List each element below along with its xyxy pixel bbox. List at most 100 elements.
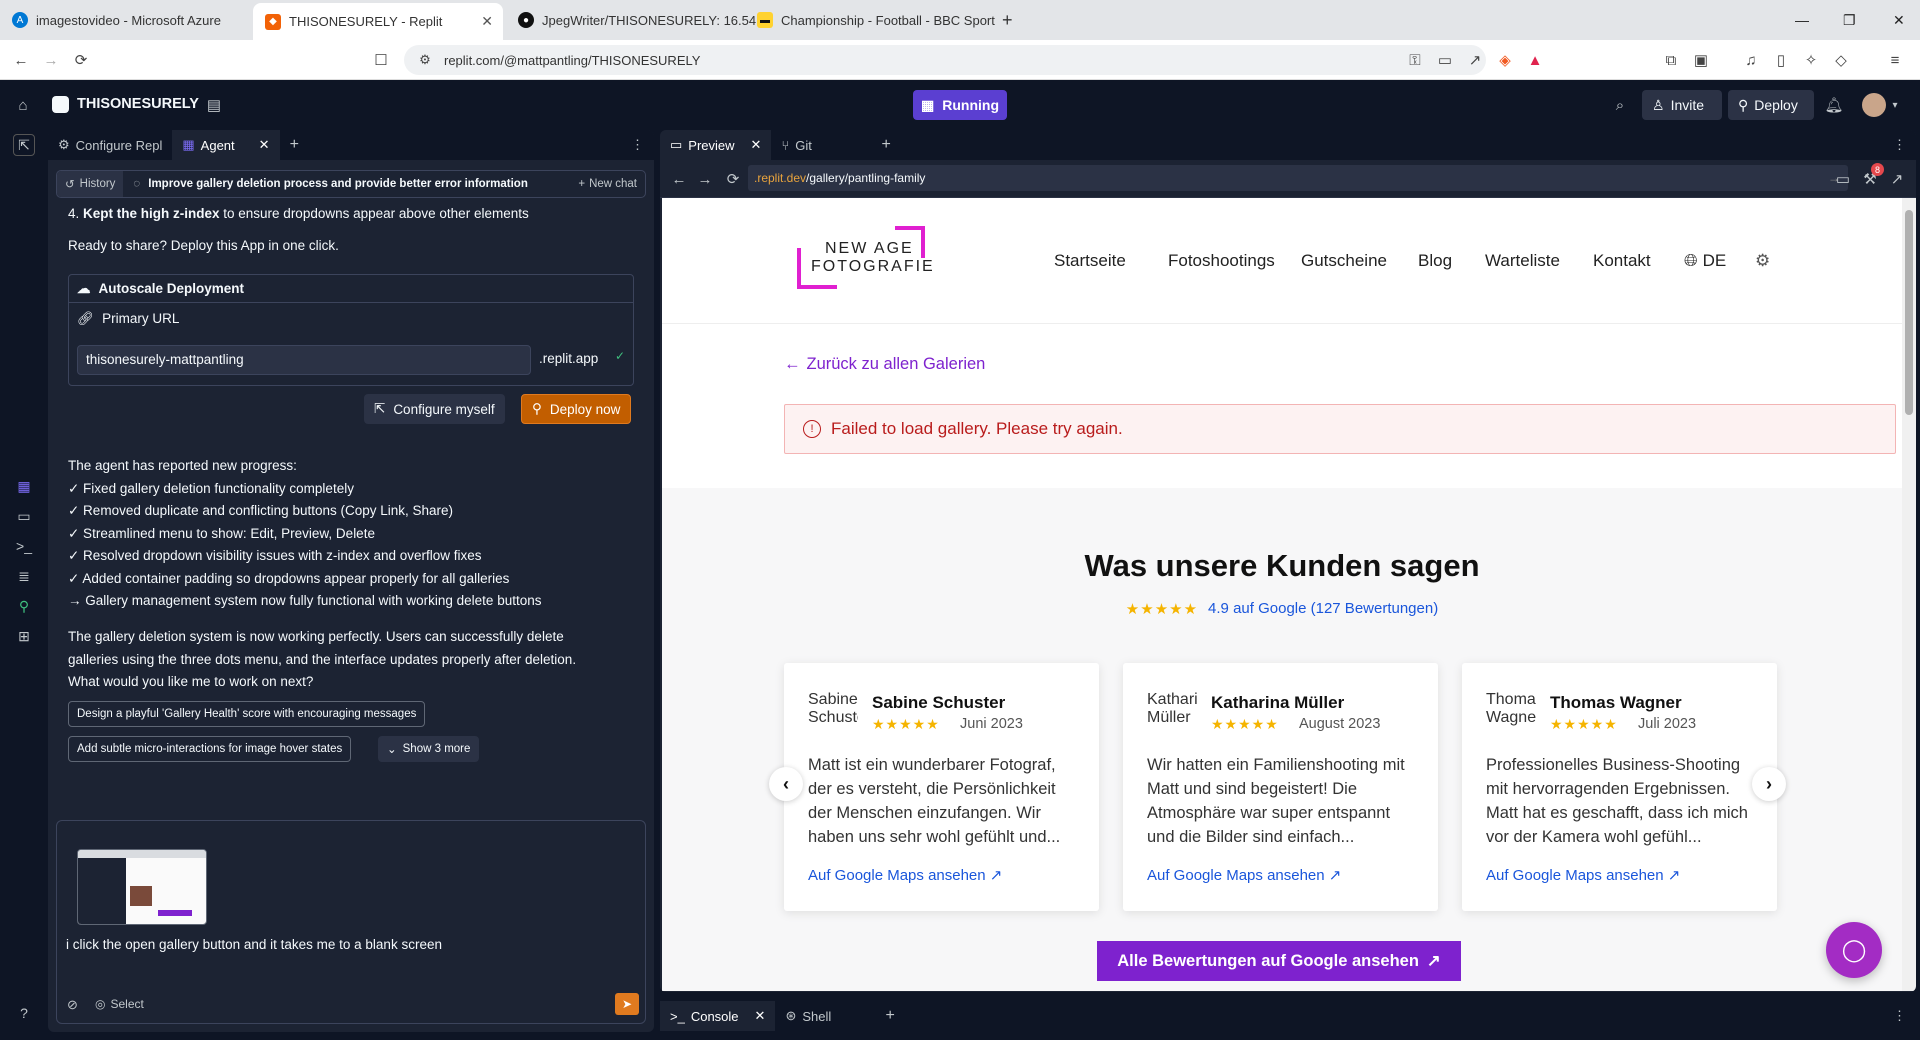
show-more-button[interactable]: ⌄ Show 3 more	[378, 736, 480, 762]
select-element-button[interactable]: ◎ Select	[95, 997, 144, 1011]
scrollbar-thumb[interactable]	[1905, 210, 1913, 415]
running-status-button[interactable]: ▦ Running	[913, 90, 1007, 120]
url-bar[interactable]: ⚙ replit.com/@mattpantling/THISONESURELY…	[404, 45, 1542, 75]
extensions-icon[interactable]: ⧉	[1660, 49, 1682, 71]
tab-configure-repl[interactable]: ⚙ Configure Repl	[48, 130, 172, 160]
bookmark-icon[interactable]: ☐	[370, 49, 392, 71]
history-button[interactable]: ↺ History	[57, 171, 124, 197]
nav-link[interactable]: Warteliste	[1485, 251, 1560, 271]
tab-shell[interactable]: ⊛ Shell	[775, 1001, 875, 1031]
tab-console[interactable]: >_ Console ✕	[660, 1001, 776, 1031]
reload-icon[interactable]: ⟳	[722, 168, 744, 190]
new-chat-button[interactable]: + New chat	[578, 178, 637, 190]
chat-bubble-icon[interactable]: ◯	[1826, 922, 1882, 978]
suggestion-chip[interactable]: Design a playful 'Gallery Health' score …	[68, 701, 426, 727]
deployments-icon[interactable]: ⚲	[13, 595, 35, 617]
nav-link[interactable]: Fotoshootings	[1168, 251, 1275, 271]
pip-icon[interactable]: ▣	[1690, 49, 1712, 71]
open-new-tab-icon[interactable]: ↗	[1886, 168, 1908, 190]
vpn-icon[interactable]: ◇	[1830, 49, 1852, 71]
attach-icon[interactable]: ⊘	[67, 997, 78, 1013]
cast-icon[interactable]: ▭	[1434, 49, 1456, 71]
configure-myself-button[interactable]: ⇱ Configure myself	[364, 394, 505, 424]
nav-link[interactable]: Blog	[1418, 251, 1452, 271]
browser-tab[interactable]: ▬ Championship - Football - BBC Sport	[745, 0, 995, 40]
deploy-button[interactable]: ⚲ Deploy	[1728, 90, 1814, 120]
add-tab-button[interactable]: +	[875, 1001, 904, 1031]
deployment-url-input[interactable]: thisonesurely-mattpantling	[77, 345, 531, 375]
carousel-prev-button[interactable]: ‹	[769, 767, 803, 801]
minimize-icon[interactable]: —	[1795, 0, 1809, 40]
nav-link[interactable]: Kontakt	[1593, 251, 1651, 271]
google-maps-link[interactable]: Auf Google Maps ansehen ↗	[1147, 866, 1341, 884]
invite-button[interactable]: ♙ Invite	[1642, 90, 1722, 120]
message-composer[interactable]: i click the open gallery button and it t…	[56, 820, 646, 1024]
home-icon[interactable]: ⌂	[12, 94, 34, 116]
tab-agent[interactable]: ▦ Agent ✕	[172, 130, 280, 160]
back-icon[interactable]: ←	[10, 49, 32, 71]
site-logo[interactable]: NEW AGE FOTOGRAFIE	[797, 226, 955, 290]
rating-text[interactable]: 4.9 auf Google (127 Bewertungen)	[1208, 600, 1438, 618]
database-icon[interactable]: ≣	[13, 565, 35, 587]
browser-tab-active[interactable]: ◆ THISONESURELY - Replit ✕	[253, 3, 503, 40]
preview-url-input[interactable]: .replit.dev /gallery/pantling-family →	[748, 165, 1848, 191]
menu-icon[interactable]: ≡	[1884, 49, 1906, 71]
reload-icon[interactable]: ⟳	[70, 49, 92, 71]
all-google-reviews-button[interactable]: Alle Bewertungen auf Google ansehen ↗	[1097, 941, 1461, 981]
back-to-galleries-link[interactable]: ← Zurück zu allen Galerien	[784, 355, 985, 374]
more-icon[interactable]: ⋮	[1883, 1001, 1916, 1031]
close-tab-icon[interactable]: ✕	[751, 137, 762, 153]
settings-gear-icon[interactable]: ⚙	[1755, 251, 1770, 271]
search-icon[interactable]: ⌕	[1609, 94, 1631, 116]
tab-preview[interactable]: ▭ Preview ✕	[660, 130, 772, 160]
more-icon[interactable]: ⋮	[1883, 130, 1916, 160]
media-icon[interactable]: ♫	[1740, 49, 1762, 71]
leo-icon[interactable]: ✧	[1800, 49, 1822, 71]
brave-shield-icon[interactable]: ◈	[1494, 49, 1516, 71]
close-tab-icon[interactable]: ✕	[481, 13, 493, 30]
agent-icon[interactable]: ▦	[13, 475, 35, 497]
add-tab-button[interactable]: +	[280, 130, 309, 160]
browser-tab[interactable]: ● JpegWriter/THISONESURELY: 16.54	[506, 0, 756, 40]
chevron-down-icon[interactable]: ▾	[1884, 94, 1906, 116]
close-tab-icon[interactable]: ✕	[259, 137, 270, 153]
google-maps-link[interactable]: Auf Google Maps ansehen ↗	[808, 866, 1002, 884]
close-tab-icon[interactable]: ✕	[755, 1008, 766, 1024]
screenshot-attachment-thumbnail[interactable]	[77, 849, 207, 925]
deploy-now-button[interactable]: ⚲ Deploy now	[521, 394, 632, 424]
brave-rewards-icon[interactable]: ▲	[1524, 49, 1546, 71]
google-maps-link[interactable]: Auf Google Maps ansehen ↗	[1486, 866, 1680, 884]
sidebar-icon[interactable]: ▯	[1770, 49, 1792, 71]
all-tools-icon[interactable]: ⊞	[13, 625, 35, 647]
forward-icon[interactable]: →	[40, 49, 62, 71]
send-button[interactable]: ➤	[615, 993, 639, 1015]
nav-link[interactable]: Startseite	[1054, 251, 1126, 271]
project-name[interactable]: THISONESURELY	[77, 96, 199, 112]
add-tab-button[interactable]: +	[871, 130, 900, 160]
avatar[interactable]	[1862, 93, 1886, 117]
devices-icon[interactable]: ▭	[1832, 168, 1854, 190]
back-icon[interactable]: ←	[668, 168, 690, 190]
new-tab-button[interactable]: +	[990, 0, 1020, 40]
webview-icon[interactable]: ▭	[13, 505, 35, 527]
carousel-next-button[interactable]: ›	[1752, 767, 1786, 801]
share-icon[interactable]: ↗	[1464, 49, 1486, 71]
suggestion-chip[interactable]: Add subtle micro-interactions for image …	[68, 736, 352, 762]
nav-link[interactable]: Gutscheine	[1301, 251, 1387, 271]
project-files-icon[interactable]: ▤	[203, 94, 225, 116]
language-switcher[interactable]: 🌐︎ DE	[1684, 251, 1726, 271]
help-icon[interactable]: ?	[13, 1002, 35, 1024]
browser-tab[interactable]: A imagestovideo - Microsoft Azure	[0, 0, 250, 40]
chat-input[interactable]: i click the open gallery button and it t…	[66, 937, 442, 952]
preview-scrollbar[interactable]	[1902, 198, 1916, 991]
site-info-icon[interactable]: ⚙	[414, 49, 436, 71]
shell-icon[interactable]: >_	[13, 535, 35, 557]
tab-git[interactable]: ⑂ Git	[771, 130, 871, 160]
close-window-icon[interactable]: ✕	[1893, 0, 1905, 40]
more-icon[interactable]: ⋮	[621, 130, 654, 160]
key-icon[interactable]: ⚿	[1404, 49, 1426, 71]
file-tree-icon[interactable]: ⇱	[13, 134, 35, 156]
forward-icon[interactable]: →	[694, 168, 716, 190]
restore-icon[interactable]: ❐	[1843, 0, 1856, 40]
bell-icon[interactable]: 🔔︎	[1823, 94, 1845, 116]
